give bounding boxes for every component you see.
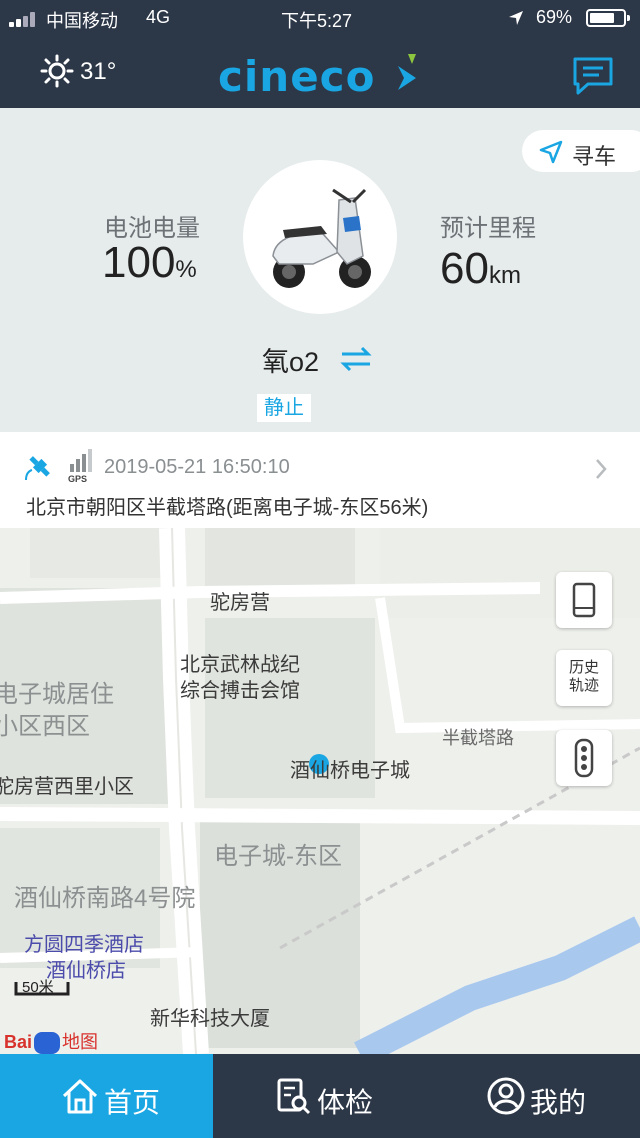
map-label-xinhua: 新华科技大厦	[150, 1008, 270, 1030]
tab-checkup[interactable]: 体检	[213, 1054, 426, 1138]
tab-bar: 首页 体检 我的	[0, 1054, 640, 1138]
map-label-banjieta-road: 半截塔路	[442, 728, 514, 748]
map-label-dzc-east: 电子城-东区	[214, 843, 342, 870]
logo-arrow-icon	[398, 54, 416, 90]
location-address: 北京市朝阳区半截塔路(距离电子城-东区56米)	[26, 497, 429, 519]
history-track-button[interactable]: 历史 轨迹	[556, 650, 612, 706]
map-view[interactable]: 驼房营 北京武林战纪 综合搏击会馆 电子城居住 小区西区 驼房营西里小区 酒仙桥…	[0, 528, 640, 1054]
map-label-wulin-2: 综合搏击会馆	[180, 680, 300, 702]
battery-icon	[586, 9, 630, 27]
traffic-button[interactable]	[556, 730, 612, 786]
map-label-hotel-1: 方圆四季酒店	[24, 934, 144, 956]
baidu-map-logo: Bai 地图	[4, 1028, 98, 1054]
find-car-button[interactable]: 寻车	[522, 130, 640, 172]
map-label-dzc-residential-2: 小区西区	[0, 713, 90, 740]
tab-profile[interactable]: 我的	[426, 1054, 640, 1138]
chat-bubble-icon[interactable]	[572, 56, 614, 96]
top-bar: 中国移动 4G 下午5:27 69% 31° cineco	[0, 0, 640, 108]
map-label-tuofangying: 驼房营	[210, 592, 270, 614]
map-label-wulin-1: 北京武林战纪	[180, 654, 300, 676]
map-scale-label: 50米	[22, 979, 54, 996]
baidu-paw-icon	[34, 1032, 61, 1054]
phone-icon	[572, 582, 596, 618]
status-time: 下午5:27	[281, 11, 353, 31]
user-icon	[487, 1077, 525, 1115]
satellite-icon	[25, 456, 50, 481]
tab-profile-label: 我的	[530, 1087, 587, 1118]
find-car-label: 寻车	[572, 144, 617, 169]
navigation-arrow-icon	[539, 140, 563, 164]
status-bar: 中国移动 4G 下午5:27 69%	[0, 0, 640, 36]
history-track-label: 历史 轨迹	[568, 659, 599, 694]
map-label-dzc-residential-1: 电子城居住	[0, 681, 114, 708]
battery-percent: 69%	[536, 7, 573, 27]
location-card[interactable]: GPS 2019-05-21 16:50:10 北京市朝阳区半截塔路(距离电子城…	[0, 432, 640, 528]
switch-vehicle-icon[interactable]	[340, 346, 372, 372]
location-arrow-icon	[509, 11, 523, 25]
map-label-jxq-nanlu: 酒仙桥南路4号院	[14, 885, 196, 912]
scooter-image	[272, 188, 371, 288]
weather-temperature: 31°	[80, 58, 117, 85]
chevron-right-icon	[596, 459, 607, 479]
range-value: 60km	[440, 244, 521, 294]
location-timestamp: 2019-05-21 16:50:10	[104, 456, 290, 478]
traffic-light-icon	[574, 738, 594, 778]
vehicle-name: 氧o2	[262, 347, 320, 377]
map-label-hotel-2: 酒仙桥店	[46, 960, 126, 982]
range-number: 60	[440, 244, 489, 293]
vehicle-state-badge: 静止	[257, 394, 311, 422]
baidu-map-text: 地图	[62, 1032, 99, 1052]
sun-icon	[40, 54, 74, 88]
range-label: 预计里程	[440, 215, 536, 242]
battery-number: 100	[102, 238, 176, 287]
vehicle-photo	[243, 160, 397, 314]
gps-signal-icon	[70, 449, 92, 472]
map-label-tuofangying-xili: 驼房营西里小区	[0, 776, 134, 798]
phone-location-button[interactable]	[556, 572, 612, 628]
checkup-icon	[277, 1078, 311, 1115]
battery-value: 100%	[102, 238, 197, 288]
baidu-logo-text: Bai	[4, 1032, 33, 1052]
gps-label: GPS	[68, 474, 88, 484]
carrier-name: 中国移动	[46, 11, 118, 31]
home-icon	[62, 1079, 98, 1114]
logo-text: cineco	[218, 52, 376, 101]
vehicle-summary-panel: 寻车 电池电量 100% 预计里程 60km 氧o2 静止	[0, 108, 640, 432]
range-unit: km	[488, 262, 521, 289]
tab-home-label: 首页	[104, 1087, 161, 1118]
network-type: 4G	[146, 7, 171, 27]
battery-unit: %	[175, 256, 197, 283]
cell-signal-icon	[9, 9, 41, 27]
tab-checkup-label: 体检	[317, 1087, 374, 1118]
map-label-jxq-dzc: 酒仙桥电子城	[290, 760, 410, 782]
tab-home[interactable]: 首页	[0, 1054, 213, 1138]
